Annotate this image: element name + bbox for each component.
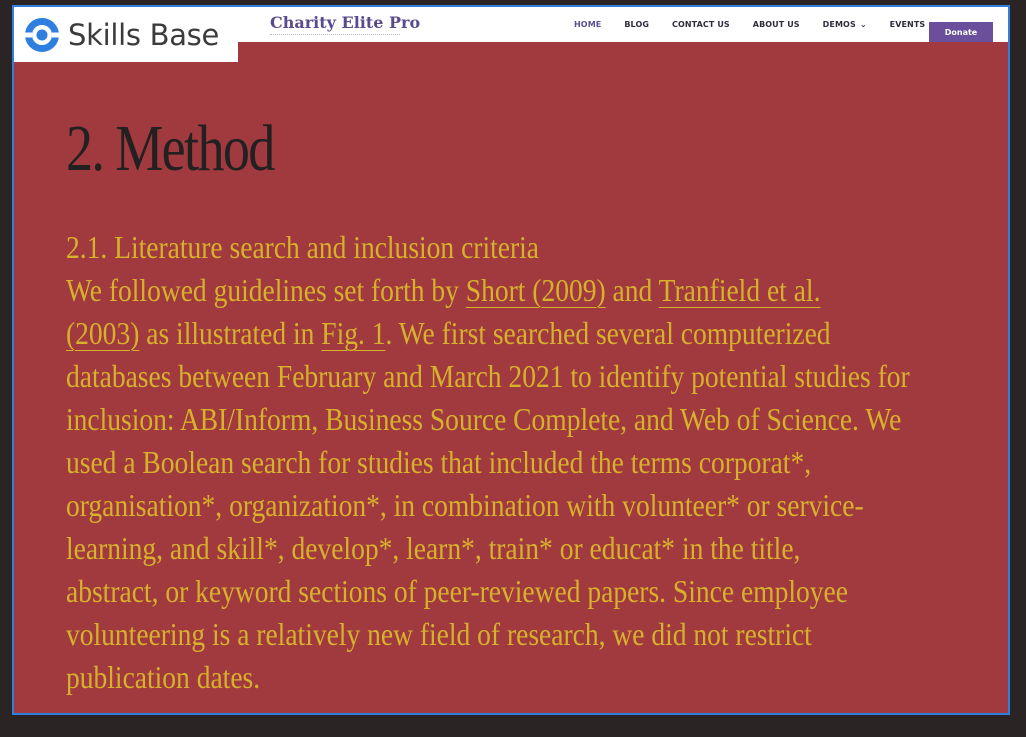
chevron-down-icon: ⌄ [859, 20, 867, 29]
nav-item-contact-us[interactable]: CONTACT US [672, 20, 730, 29]
paragraph-line: (2003) as illustrated in Fig. 1. We firs… [66, 312, 831, 355]
article-content: 2. Method 2.1. Literature search and inc… [66, 113, 946, 699]
paragraph-line: abstract, or keyword sections of peer-re… [66, 573, 848, 609]
paragraph-text: . We first searched several computerized [385, 315, 831, 351]
paragraph-line: We followed guidelines set forth by Shor… [66, 269, 823, 312]
nav-item-home[interactable]: HOME [574, 20, 601, 29]
donate-button[interactable]: Donate [929, 22, 993, 42]
paragraph-text: as illustrated in [139, 315, 322, 351]
paragraph-line: used a Boolean search for studies that i… [66, 444, 812, 480]
skills-base-logo-icon [24, 17, 60, 53]
nav-item-blog[interactable]: BLOG [624, 20, 649, 29]
paragraph-line: databases between February and March 202… [66, 358, 910, 394]
nav-item-events[interactable]: EVENTS [890, 20, 926, 29]
paragraph-line: inclusion: ABI/Inform, Business Source C… [66, 401, 902, 437]
nav-item-about-us[interactable]: ABOUT US [753, 20, 800, 29]
article-paragraph: We followed guidelines set forth by Shor… [66, 269, 946, 699]
nav-item-demos[interactable]: DEMOS ⌄ [823, 20, 867, 29]
paragraph-line: publication dates. [66, 659, 261, 695]
paragraph-line: organisation*, organization*, in combina… [66, 487, 864, 523]
browser-frame: Charity Elite Pro HOME BLOG CONTACT US A… [12, 5, 1010, 715]
logo-text: Skills Base [68, 17, 220, 52]
citation-link-2003[interactable]: (2003) [66, 315, 139, 351]
site-tagline [270, 34, 400, 41]
site-title[interactable]: Charity Elite Pro [270, 13, 420, 32]
nav-item-demos-label: DEMOS [822, 20, 856, 29]
citation-link-short-2009[interactable]: Short (2009) [466, 272, 606, 308]
citation-link-tranfield[interactable]: Tranfield et al. [659, 272, 821, 308]
paragraph-text: We followed guidelines set forth by [66, 272, 466, 308]
main-menu: HOME BLOG CONTACT US ABOUT US DEMOS ⌄ EVE… [574, 7, 948, 42]
paragraph-line: volunteering is a relatively new field o… [66, 616, 812, 652]
figure-link-fig-1[interactable]: Fig. 1 [321, 315, 385, 351]
skills-base-logo[interactable]: Skills Base [14, 7, 238, 62]
subsection-heading: 2.1. Literature search and inclusion cri… [66, 229, 539, 265]
section-heading: 2. Method [66, 112, 275, 185]
paragraph-text: and [605, 272, 659, 308]
paragraph-line: learning, and skill*, develop*, learn*, … [66, 530, 801, 566]
